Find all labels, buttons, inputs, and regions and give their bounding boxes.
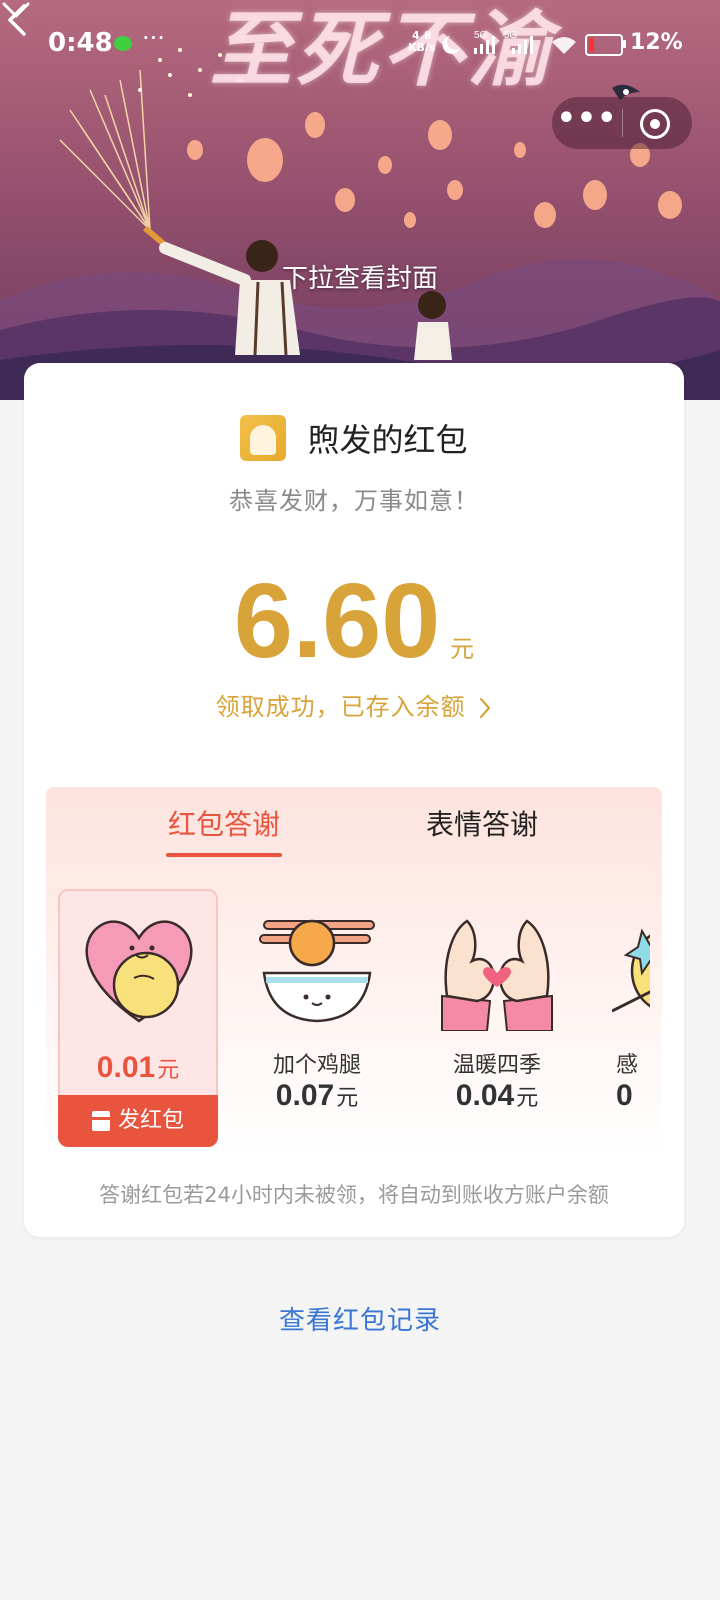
status-icons: 5G 5G: [442, 30, 576, 54]
sender-row: 煦发的红包: [24, 415, 684, 465]
status-time: 0:48: [48, 28, 113, 58]
sender-avatar[interactable]: [240, 415, 287, 461]
wechat-notification-icon: [114, 36, 132, 51]
wifi-icon: [552, 37, 576, 54]
thanks-item-price: 0.04元: [418, 1079, 576, 1113]
capsule-divider: [622, 109, 623, 137]
pull-down-hint[interactable]: 下拉查看封面: [0, 258, 720, 295]
send-red-packet-button[interactable]: 发红包: [58, 1095, 218, 1147]
thanks-item-price: 0.01元: [60, 1051, 216, 1085]
more-options-button[interactable]: •••: [552, 97, 622, 149]
sender-name: 煦发的红包: [307, 421, 468, 459]
claim-status-link[interactable]: 领取成功，已存入余额: [24, 687, 684, 722]
chevron-down-icon[interactable]: [0, 0, 32, 20]
thanks-items-list[interactable]: 0.01元 发红包 加个鸡腿 0.07元 温暖四季 0.04元 感 0: [46, 885, 650, 1155]
heart-hands-icon: [441, 919, 553, 1031]
tab-red-packet-thanks[interactable]: 红包答谢: [154, 803, 294, 843]
battery-icon: [585, 34, 623, 56]
price-value: 0.07: [275, 1079, 335, 1112]
red-packet-icon: [91, 1111, 110, 1131]
received-amount: 6.60: [233, 562, 441, 680]
claim-status-text: 领取成功，已存入余额: [215, 693, 466, 721]
chevron-right-icon: [480, 697, 491, 719]
status-more-notifications: ···: [142, 24, 165, 52]
status-bar: 0:48 ··· 4.8 KB/s 5G 5G 12%: [0, 0, 720, 90]
battery-percentage: 12%: [630, 30, 683, 55]
view-records-link[interactable]: 查看红包记录: [0, 1300, 720, 1337]
do-not-disturb-icon: [442, 36, 460, 54]
star-fruit-icon: [612, 928, 650, 1013]
tab-sticker-thanks[interactable]: 表情答谢: [412, 803, 552, 843]
close-target-icon[interactable]: [640, 109, 670, 139]
network-speed: 4.8 KB/s: [408, 30, 435, 54]
miniprogram-capsule: •••: [552, 97, 692, 149]
thanks-item-price: 0: [616, 1079, 650, 1113]
price-value: 0: [616, 1079, 633, 1112]
heart-hug-icon: [85, 920, 193, 1023]
thanks-item-name: 感: [616, 1053, 639, 1078]
price-unit: 元: [157, 1058, 180, 1083]
network-speed-unit: KB/s: [408, 41, 436, 54]
price-unit: 元: [336, 1086, 359, 1111]
amount-unit: 元: [450, 635, 475, 663]
thanks-item-name: 加个鸡腿: [272, 1053, 361, 1078]
thanks-item-price: 0.07元: [238, 1079, 396, 1113]
thanks-panel: 红包答谢 表情答谢 0.01元 发红包 加个鸡腿 0.07元 温暖四季 0.04…: [46, 787, 662, 1157]
price-value: 0.04: [455, 1079, 515, 1112]
signal-1-label: 5G: [474, 30, 488, 41]
thanks-item-selected[interactable]: 0.01元 发红包: [58, 889, 218, 1147]
red-packet-card: 煦发的红包 恭喜发财，万事如意！ 6.60 元 领取成功，已存入余额 红包答谢 表…: [24, 363, 684, 1237]
rice-bowl-drumstick-icon: [259, 919, 375, 1023]
thanks-footnote: 答谢红包若24小时内未被领，将自动到账收方账户余额: [99, 1183, 609, 1207]
blessing-text: 恭喜发财，万事如意！: [229, 487, 479, 515]
signal-2-label: 5G: [504, 30, 518, 41]
price-unit: 元: [516, 1086, 539, 1111]
send-button-label: 发红包: [117, 1108, 184, 1133]
thanks-item-name: 温暖四季: [452, 1053, 541, 1078]
battery-tip: [623, 40, 626, 48]
cover-banner[interactable]: 至死不渝 0:48 ··· 4.8 KB/s 5G 5G 12% ••• 下拉查…: [0, 0, 720, 400]
tab-active-underline: [166, 853, 282, 857]
price-value: 0.01: [96, 1051, 156, 1084]
thanks-item[interactable]: 温暖四季 0.04元: [418, 889, 576, 1143]
thanks-item-partial[interactable]: 感 0: [598, 889, 650, 1143]
thanks-item[interactable]: 加个鸡腿 0.07元: [238, 889, 396, 1143]
amount-row: 6.60 元: [24, 561, 684, 681]
